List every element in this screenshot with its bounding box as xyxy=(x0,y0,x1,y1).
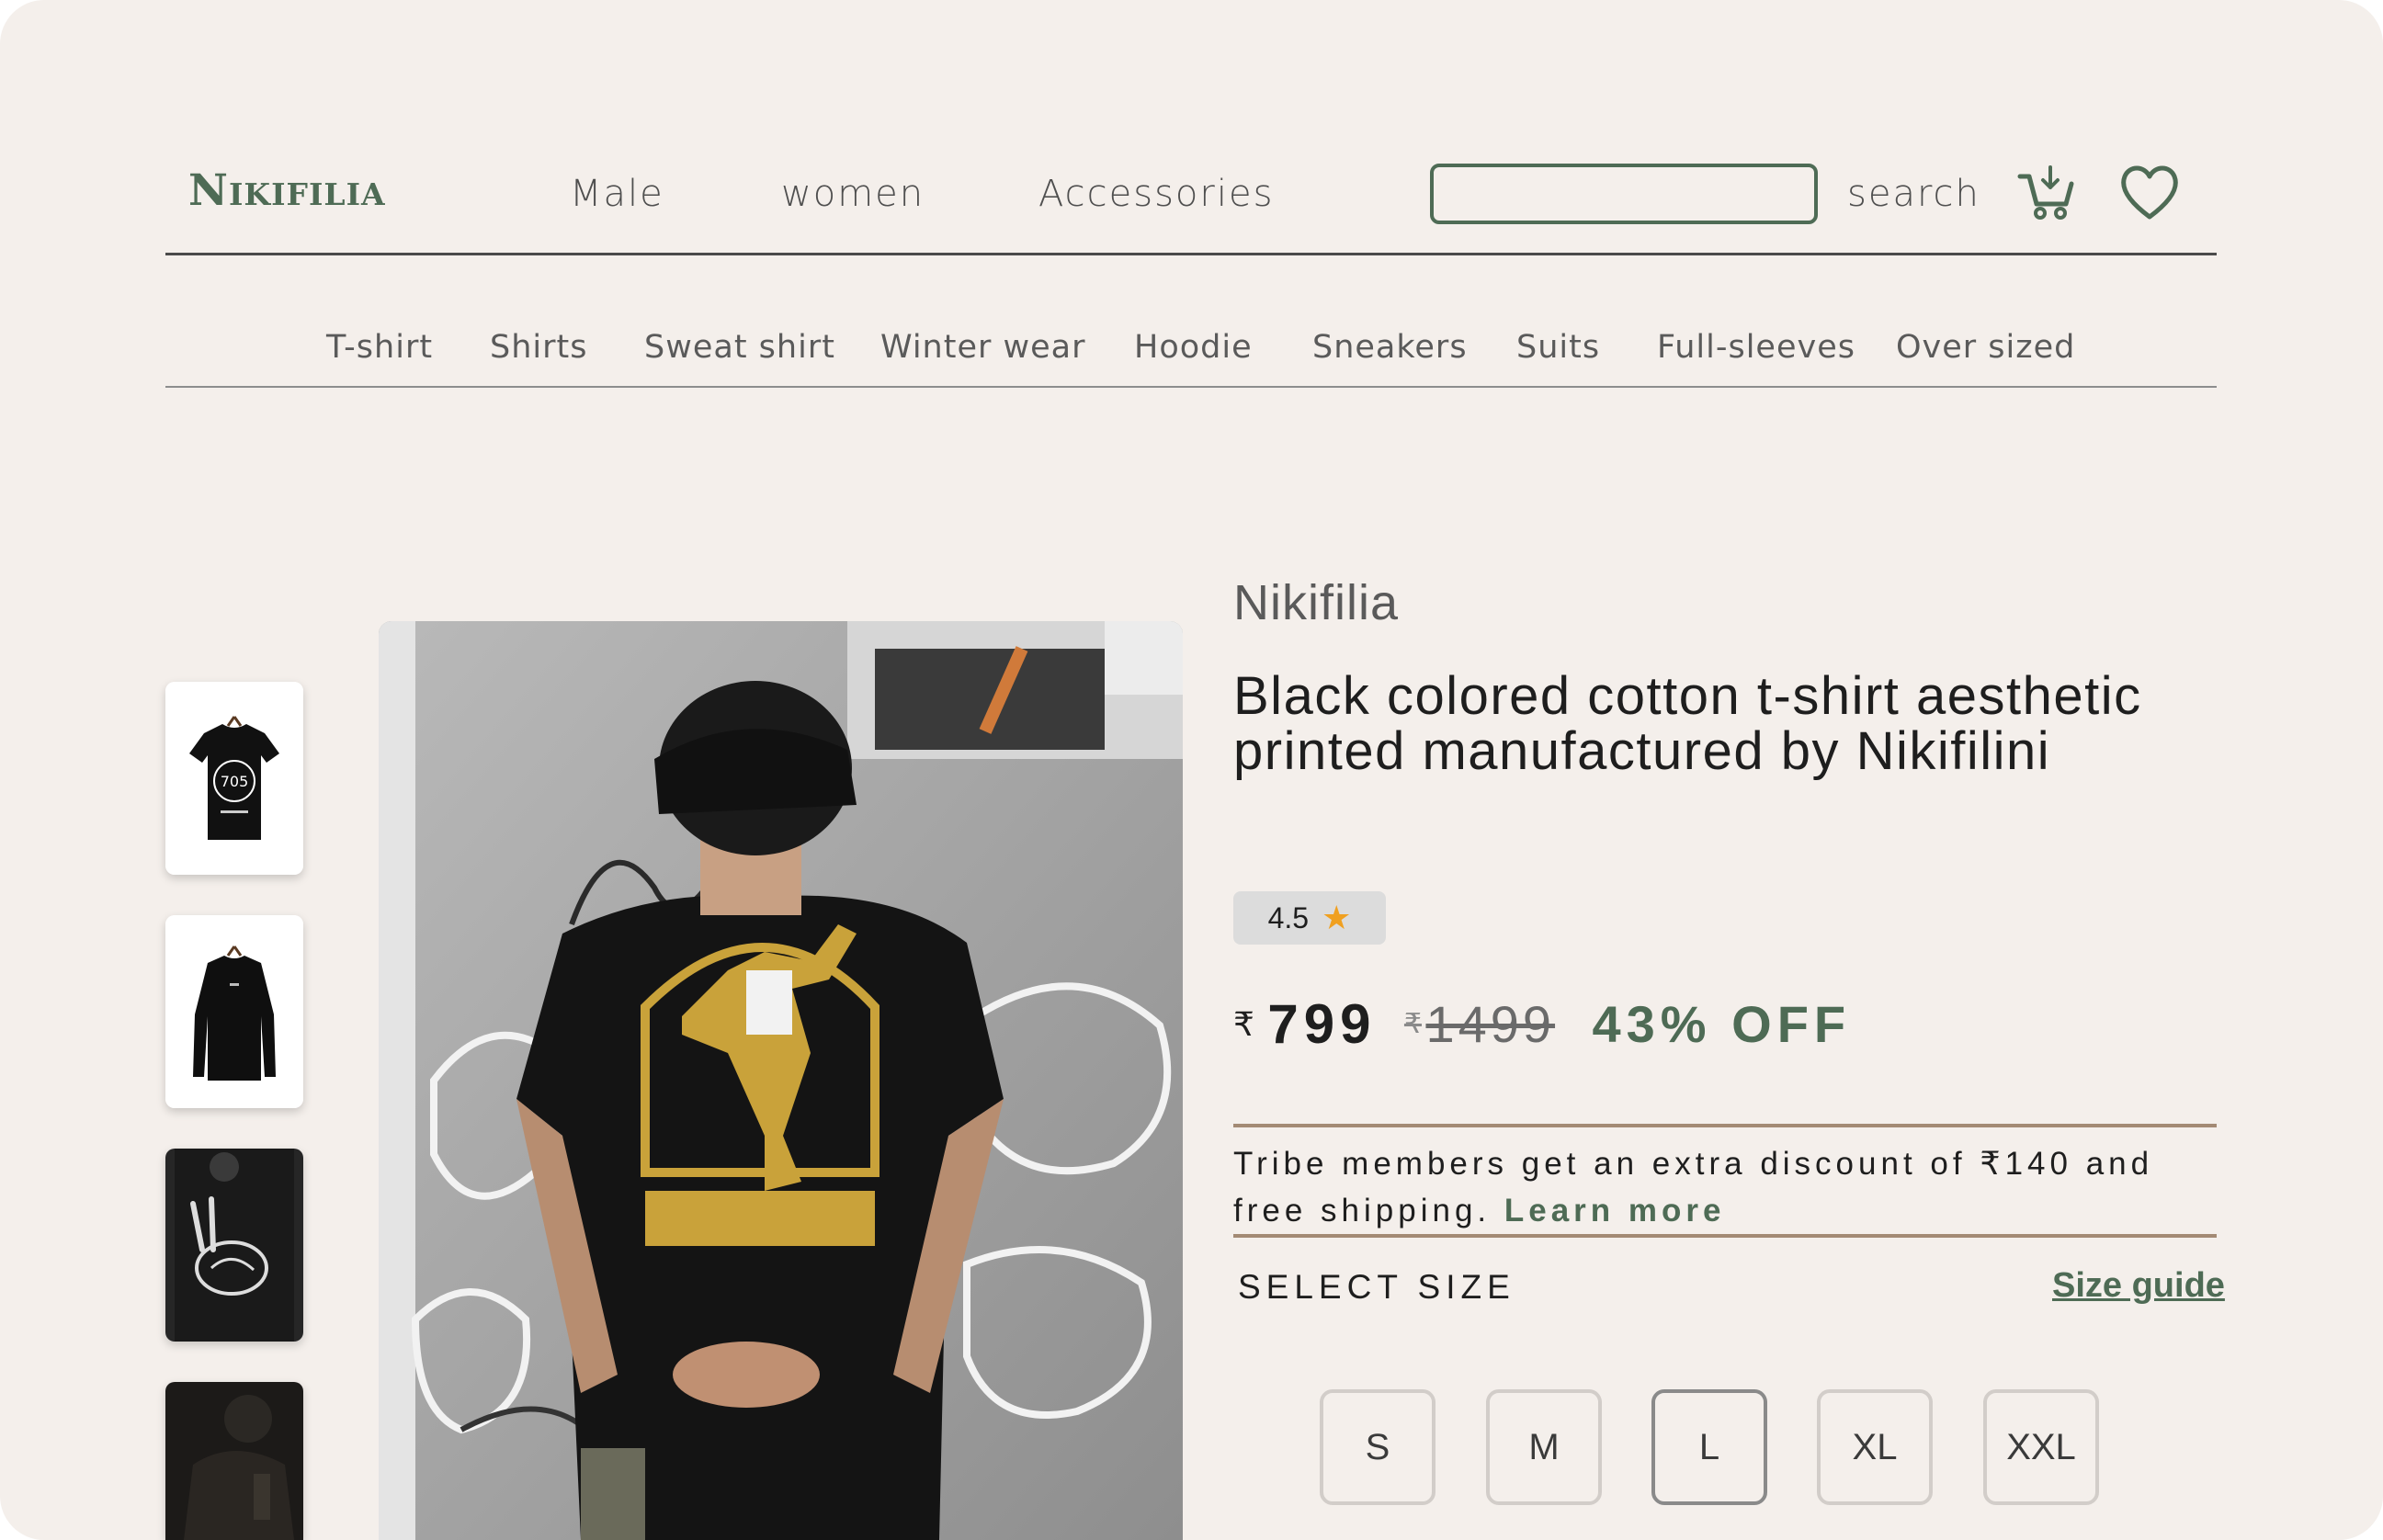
size-option-l[interactable]: L xyxy=(1651,1389,1767,1505)
price-row: ₹ 799 ₹ 1499 43% OFF xyxy=(1233,992,1851,1057)
search-button[interactable]: search xyxy=(1847,173,1980,215)
product-brand[interactable]: Nikifilia xyxy=(1233,574,1399,631)
nav-women[interactable]: women xyxy=(781,173,925,215)
longsleeve-image xyxy=(165,915,303,1108)
learn-more-link[interactable]: Learn more xyxy=(1504,1193,1726,1229)
heart-icon[interactable] xyxy=(2117,160,2182,224)
product-title: Black colored cotton t-shirt aesthetic p… xyxy=(1233,666,2142,781)
rating-badge: 4.5 ★ xyxy=(1233,891,1386,945)
brand-logo[interactable]: Nikifilia xyxy=(188,165,386,216)
product-photo xyxy=(379,621,1183,1540)
size-option-xxl[interactable]: XXL xyxy=(1983,1389,2099,1505)
thumbnail-1[interactable]: 705 xyxy=(165,682,303,875)
category-winter-wear[interactable]: Winter wear xyxy=(880,329,1086,366)
tshirt-back-print-image xyxy=(165,1149,303,1342)
rating-value: 4.5 xyxy=(1267,900,1310,934)
search-field[interactable] xyxy=(1430,164,1818,224)
thumbnail-3[interactable] xyxy=(165,1149,303,1342)
tribe-offer: Tribe members get an extra discount of ₹… xyxy=(1233,1124,2217,1238)
dark-photo-image xyxy=(165,1382,303,1540)
nav-accessories[interactable]: Accessories xyxy=(1038,173,1274,215)
thumbnail-2[interactable] xyxy=(165,915,303,1108)
category-suits[interactable]: Suits xyxy=(1516,329,1600,366)
nav-male[interactable]: Male xyxy=(570,173,664,215)
category-hoodie[interactable]: Hoodie xyxy=(1134,329,1253,366)
size-option-s[interactable]: S xyxy=(1320,1389,1435,1505)
category-sneakers[interactable]: Sneakers xyxy=(1312,329,1468,366)
search-input[interactable] xyxy=(1434,167,1814,221)
original-price: 1499 xyxy=(1425,995,1556,1053)
category-tshirt[interactable]: T-shirt xyxy=(326,329,433,366)
current-price: 799 xyxy=(1267,993,1377,1055)
category-shirts[interactable]: Shirts xyxy=(490,329,587,366)
size-guide-link[interactable]: Size guide xyxy=(2052,1266,2225,1306)
category-over-sized[interactable]: Over sized xyxy=(1896,329,2075,366)
thumb-print-text: 705 xyxy=(221,773,249,790)
size-option-xl[interactable]: XL xyxy=(1817,1389,1933,1505)
size-option-m[interactable]: M xyxy=(1486,1389,1602,1505)
top-header: Nikifilia Male women Accessories search xyxy=(165,156,2217,255)
select-size-label: SELECT SIZE xyxy=(1238,1268,1515,1306)
star-icon: ★ xyxy=(1322,899,1352,936)
discount-label: 43% OFF xyxy=(1592,995,1852,1053)
old-rupee-icon: ₹ xyxy=(1403,1009,1423,1039)
category-full-sleeves[interactable]: Full-sleeves xyxy=(1657,329,1855,366)
cart-icon[interactable] xyxy=(2014,160,2079,224)
tshirt-front-image: 705 xyxy=(165,682,303,875)
rupee-icon: ₹ xyxy=(1233,1004,1254,1043)
thumbnail-4[interactable] xyxy=(165,1382,303,1540)
category-sweat-shirt[interactable]: Sweat shirt xyxy=(644,329,835,366)
main-product-image xyxy=(379,621,1183,1540)
category-bar: T-shirt Shirts Sweat shirt Winter wear H… xyxy=(165,255,2217,388)
product-page: Nikifilia Male women Accessories search … xyxy=(0,0,2383,1540)
